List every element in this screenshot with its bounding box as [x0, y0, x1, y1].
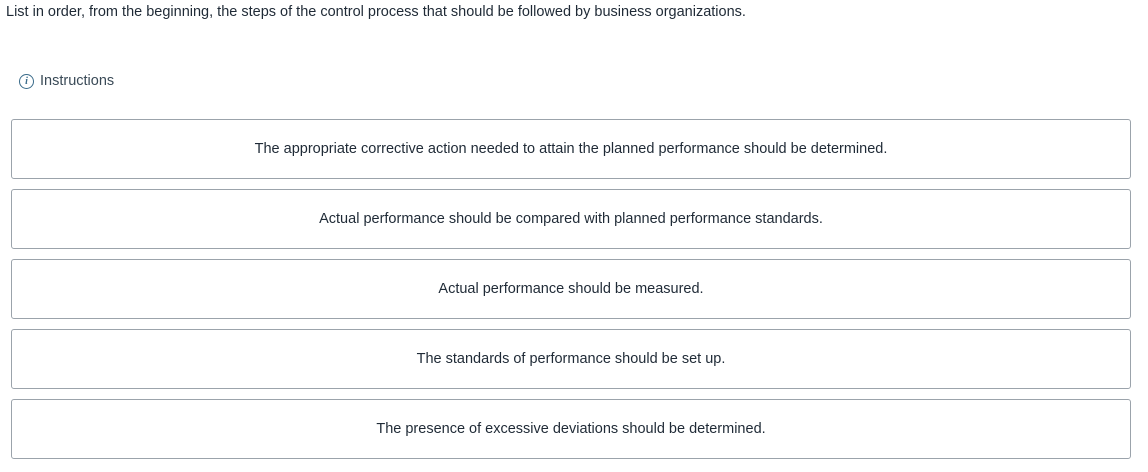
ordering-list: The appropriate corrective action needed… [11, 119, 1131, 469]
instructions-label: Instructions [40, 73, 115, 89]
ordering-item-text: Actual performance should be measured. [438, 281, 704, 297]
question-prompt: List in order, from the beginning, the s… [6, 4, 746, 20]
ordering-item-text: The presence of excessive deviations sho… [376, 421, 766, 437]
ordering-item-text: Actual performance should be compared wi… [319, 211, 823, 227]
ordering-item[interactable]: Actual performance should be compared wi… [11, 189, 1131, 249]
ordering-item-text: The appropriate corrective action needed… [254, 141, 888, 157]
instructions-toggle[interactable]: i Instructions [19, 73, 114, 89]
ordering-item-text: The standards of performance should be s… [416, 351, 726, 367]
info-icon: i [19, 73, 34, 89]
ordering-item[interactable]: Actual performance should be measured. [11, 259, 1131, 319]
ordering-item[interactable]: The presence of excessive deviations sho… [11, 399, 1131, 459]
ordering-item[interactable]: The appropriate corrective action needed… [11, 119, 1131, 179]
ordering-item[interactable]: The standards of performance should be s… [11, 329, 1131, 389]
